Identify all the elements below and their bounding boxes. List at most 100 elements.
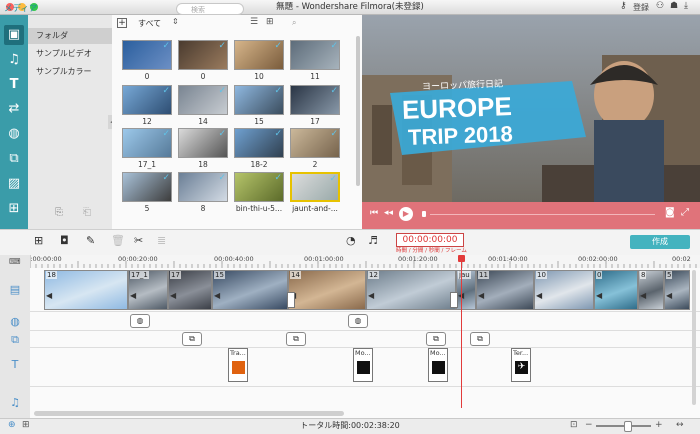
expand-timeline-icon[interactable]: ↔ [676,420,684,430]
fullscreen-icon[interactable]: ⤢ [681,207,689,218]
video-clip[interactable]: 18 ◀ [44,270,128,310]
zoom-slider-thumb[interactable] [624,421,632,432]
notification-icon[interactable]: ☗ [670,1,678,11]
media-thumbnail[interactable]: ✓ [122,85,172,115]
title-clip[interactable]: Ter... ✈ [511,348,531,382]
media-thumbnail[interactable]: ✓ [178,128,228,158]
music-icon[interactable]: ♫ [4,50,24,70]
video-clip[interactable]: jau◀ [456,270,476,310]
video-clip[interactable]: 8 ◀ [638,270,664,310]
track-settings-icon[interactable]: ⌨ [9,257,21,266]
step-back-icon[interactable]: ◂◂ [384,208,393,218]
media-thumbnail[interactable]: ✓ [234,40,284,70]
grid-view-icon[interactable]: ⊞ [266,17,274,27]
key-icon[interactable]: ⚷ [620,1,627,11]
overlay-effect-clip[interactable]: ⧉ [182,332,202,346]
audio-icon: ◀ [478,291,485,300]
timeline-vertical-scrollbar[interactable] [692,270,696,405]
overlay-icon[interactable]: ⧉ [4,149,24,169]
transition-marker[interactable] [450,292,458,308]
new-folder-icon[interactable]: ⎘ [55,207,63,218]
overlay-effect-clip[interactable]: ⧉ [426,332,446,346]
timeline-ruler[interactable]: 00:00:00:00 00:00:20:00 00:00:40:00 00:0… [22,255,700,269]
media-thumbnail[interactable]: ✓ [290,172,340,202]
split-screen-icon[interactable]: ⊞ [4,199,24,219]
video-clip[interactable]: 0 ◀ [594,270,638,310]
media-thumbnail[interactable]: ✓ [234,172,284,202]
transition-marker[interactable] [287,292,295,308]
video-clip[interactable]: 12 ◀ [366,270,456,310]
title-clip[interactable]: Mo... [428,348,448,382]
media-thumbnail[interactable]: ✓ [122,172,172,202]
media-thumbnail[interactable]: ✓ [290,85,340,115]
preview-scrubber[interactable] [422,211,426,217]
category-item-sample-color[interactable]: サンプルカラー [28,64,112,80]
category-item-sample-video[interactable]: サンプルビデオ [28,46,112,62]
track-divider [30,330,700,331]
filter-track-icon[interactable]: ◍ [7,315,23,329]
download-icon[interactable]: ⤓ [684,1,688,11]
preview-progress-track[interactable] [430,214,655,215]
title-clip[interactable]: Mo... [353,348,373,382]
skip-back-icon[interactable]: ⏮ [370,208,378,218]
record-icon[interactable]: ◘ [60,234,69,247]
zoom-out-icon[interactable]: − [585,420,593,430]
search-input[interactable]: 検索 [176,3,244,15]
play-button[interactable]: ▶ [399,207,413,221]
video-clip[interactable]: 17 ◀ [168,270,212,310]
add-track-icon[interactable]: ⊕ [8,420,16,430]
media-thumbnail[interactable]: ✓ [178,40,228,70]
element-icon[interactable]: ▨ [4,174,24,194]
sort-icon[interactable]: ☰ [250,17,258,27]
filter-dropdown[interactable]: すべて [138,18,161,29]
title-clip[interactable]: Tra... [228,348,248,382]
media-thumbnail[interactable]: ✓ [290,40,340,70]
video-clip[interactable]: 14◀ [288,270,366,310]
filter-icon[interactable]: ◍ [4,124,24,144]
import-button[interactable]: + [117,18,127,28]
account-icon[interactable]: ⚇ [656,1,664,11]
media-thumbnail[interactable]: ✓ [178,85,228,115]
filter-effect-clip[interactable]: ◍ [348,314,368,328]
add-media-icon[interactable]: ⊞ [34,234,43,247]
media-thumbnail[interactable]: ✓ [122,128,172,158]
media-thumbnail[interactable]: ✓ [234,128,284,158]
media-thumbnail[interactable]: ✓ [234,85,284,115]
video-clip[interactable]: 17_1 ◀ [128,270,168,310]
cut-icon[interactable]: ✂ [134,234,143,247]
video-clip[interactable]: 10 ◀ [534,270,594,310]
speed-icon[interactable]: ◔ [346,234,356,247]
text-icon[interactable]: T [4,75,24,95]
video-clip[interactable]: 15 ◀ [212,270,288,310]
video-track-icon[interactable]: ▤ [7,283,23,297]
playhead-line[interactable] [461,258,462,408]
delete-icon[interactable]: 🗑 [111,234,125,247]
category-item-folder[interactable]: フォルダ [28,28,112,44]
media-thumbnail[interactable]: ✓ [178,172,228,202]
zoom-fit-icon[interactable]: ⊡ [570,420,578,430]
overlay-effect-clip[interactable]: ⧉ [470,332,490,346]
snapshot-icon[interactable]: ◙ [665,207,675,218]
adjust-icon[interactable]: ≣ [157,234,166,247]
chevron-updown-icon[interactable]: ⇕ [172,17,179,26]
text-track-icon[interactable]: T [7,358,23,372]
overlay-effect-clip[interactable]: ⧉ [286,332,306,346]
music-track-icon[interactable]: ♫ [7,396,23,410]
track-manager-icon[interactable]: ⊞ [22,420,30,430]
filter-effect-clip[interactable]: ◍ [130,314,150,328]
register-link[interactable]: 登録 [633,2,649,13]
media-thumbnail[interactable]: ✓ [290,128,340,158]
media-icon[interactable]: ▣ [4,25,24,45]
overlay-track-icon[interactable]: ⧉ [7,333,23,347]
video-clip[interactable]: 5 ◀ [664,270,690,310]
timeline-horizontal-scrollbar[interactable] [34,411,344,416]
video-clip[interactable]: 11 ◀ [476,270,534,310]
media-thumbnail[interactable]: ✓ [122,40,172,70]
library-scrollbar[interactable] [356,36,360,186]
audio-mixer-icon[interactable]: ♬ [368,234,378,247]
zoom-in-icon[interactable]: + [655,420,663,430]
delete-folder-icon[interactable]: ⎗ [83,207,91,218]
transition-icon[interactable]: ⇄ [4,99,24,119]
edit-icon[interactable]: ✎ [86,234,95,247]
export-button[interactable]: 作成 [630,235,690,249]
